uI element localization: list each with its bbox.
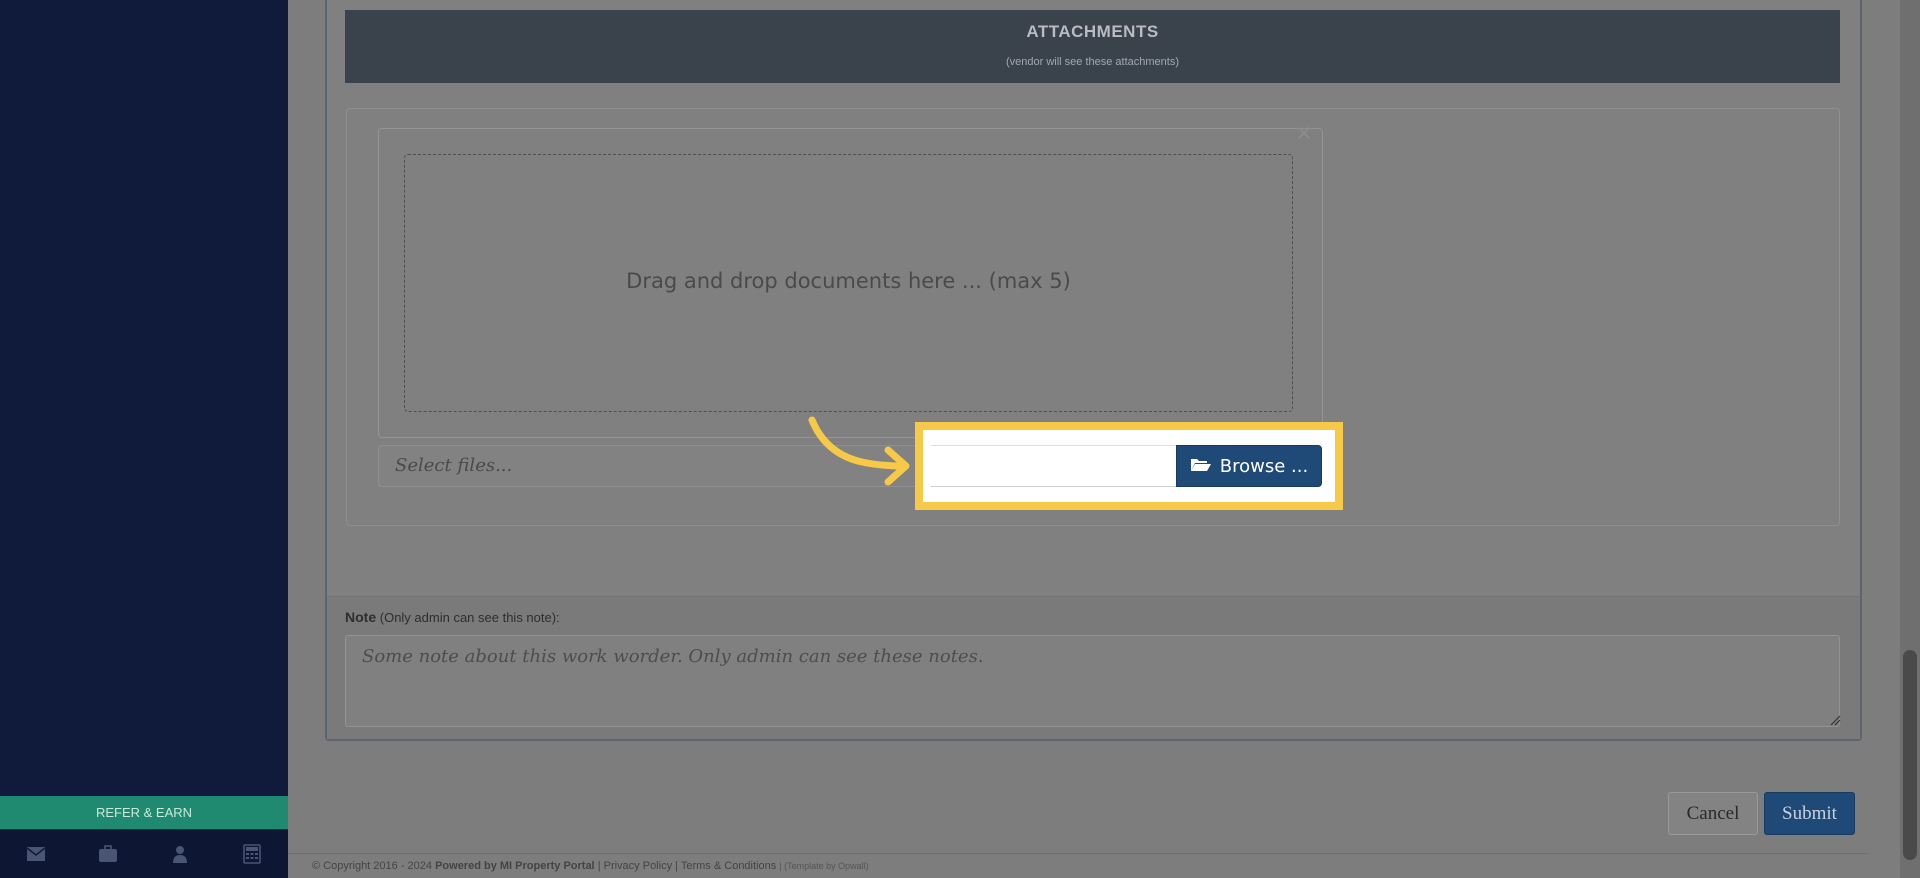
attachments-title: ATTACHMENTS <box>1026 22 1159 41</box>
sidebar-icon-bar <box>0 829 288 878</box>
footer-separator: | <box>597 860 601 872</box>
file-input-highlighted[interactable] <box>931 445 1177 487</box>
folder-open-icon <box>1190 456 1212 477</box>
close-icon[interactable]: × <box>1294 123 1314 145</box>
footer-terms-link[interactable]: Terms & Conditions <box>681 860 776 872</box>
note-label: Note (Only admin can see this note): <box>345 609 560 625</box>
footer-separator: | <box>675 860 678 872</box>
briefcase-icon[interactable] <box>90 836 126 872</box>
drop-zone[interactable]: Drag and drop documents here ... (max 5) <box>404 154 1293 412</box>
note-textarea[interactable]: Some note about this work worder. Only a… <box>345 635 1840 727</box>
footer-template-credit: | (Template by Opwall) <box>779 861 869 871</box>
resize-handle-icon[interactable] <box>1829 714 1841 726</box>
submit-button[interactable]: Submit <box>1764 792 1855 835</box>
browse-label: Browse ... <box>1219 455 1309 477</box>
pointer-arrow-icon <box>808 416 910 486</box>
attachments-subtitle: (vendor will see these attachments) <box>1005 56 1180 68</box>
main-content: ATTACHMENTS (vendor will see these attac… <box>288 0 1900 878</box>
scrollbar-thumb[interactable] <box>1903 650 1917 860</box>
browse-button[interactable]: Browse ... <box>1176 445 1322 487</box>
browse-highlight-box: Browse ... <box>915 422 1343 510</box>
sidebar: REFER & EARN <box>0 0 288 878</box>
footer: © Copyright 2016 - 2024 Powered by MI Pr… <box>288 853 1868 878</box>
drop-zone-text: Drag and drop documents here ... (max 5) <box>626 269 1071 293</box>
footer-powered-by[interactable]: Powered by MI Property Portal <box>435 860 595 872</box>
cancel-button[interactable]: Cancel <box>1668 792 1758 835</box>
calculator-icon[interactable] <box>234 836 270 872</box>
user-icon[interactable] <box>162 836 198 872</box>
attachments-header: ATTACHMENTS (vendor will see these attac… <box>345 10 1840 83</box>
footer-privacy-link[interactable]: Privacy Policy <box>604 860 672 872</box>
note-label-hint: (Only admin can see this note): <box>379 610 560 625</box>
refer-and-earn-button[interactable]: REFER & EARN <box>0 796 288 829</box>
envelope-icon[interactable] <box>18 836 54 872</box>
footer-copyright: © Copyright 2016 - 2024 <box>312 860 433 872</box>
note-label-title: Note <box>345 609 377 625</box>
